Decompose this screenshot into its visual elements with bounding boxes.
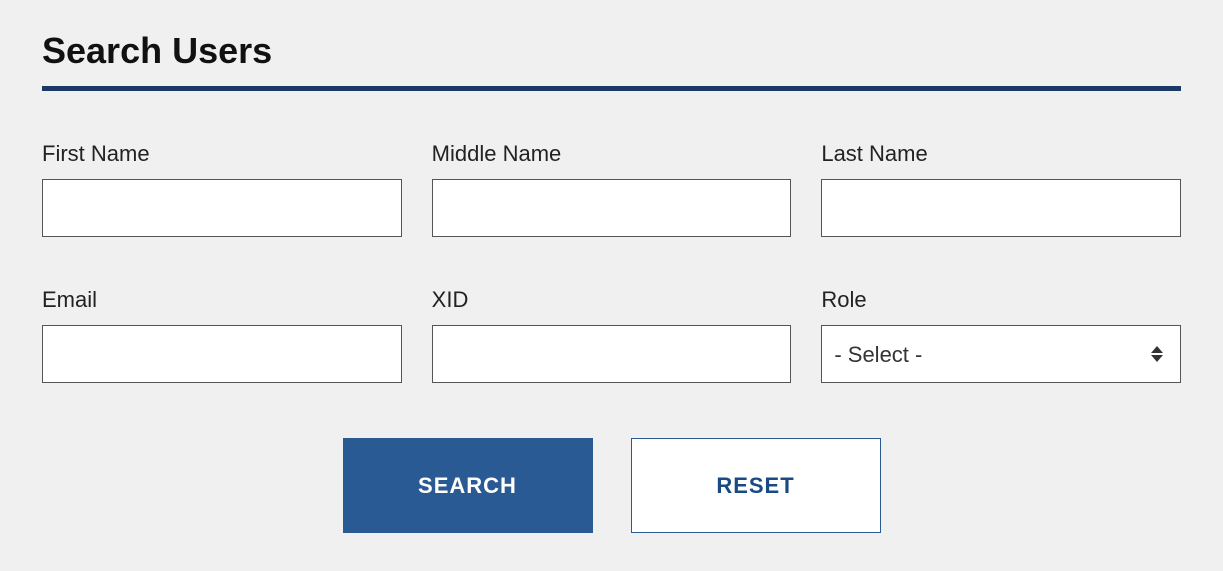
button-row: SEARCH RESET (42, 438, 1181, 533)
first-name-label: First Name (42, 141, 402, 167)
last-name-input[interactable] (821, 179, 1181, 237)
field-first-name: First Name (42, 141, 402, 237)
field-email: Email (42, 287, 402, 383)
title-divider (42, 86, 1181, 91)
field-xid: XID (432, 287, 792, 383)
email-input[interactable] (42, 325, 402, 383)
search-button[interactable]: SEARCH (343, 438, 593, 533)
email-label: Email (42, 287, 402, 313)
xid-input[interactable] (432, 325, 792, 383)
search-users-form: Search Users First Name Middle Name Last… (0, 0, 1223, 563)
middle-name-label: Middle Name (432, 141, 792, 167)
role-select[interactable]: - Select - (821, 325, 1181, 383)
role-select-wrapper: - Select - (821, 325, 1181, 383)
reset-button[interactable]: RESET (631, 438, 881, 533)
field-last-name: Last Name (821, 141, 1181, 237)
first-name-input[interactable] (42, 179, 402, 237)
xid-label: XID (432, 287, 792, 313)
field-middle-name: Middle Name (432, 141, 792, 237)
last-name-label: Last Name (821, 141, 1181, 167)
field-role: Role - Select - (821, 287, 1181, 383)
middle-name-input[interactable] (432, 179, 792, 237)
form-grid: First Name Middle Name Last Name Email X… (42, 141, 1181, 383)
role-label: Role (821, 287, 1181, 313)
page-title: Search Users (42, 30, 1181, 72)
